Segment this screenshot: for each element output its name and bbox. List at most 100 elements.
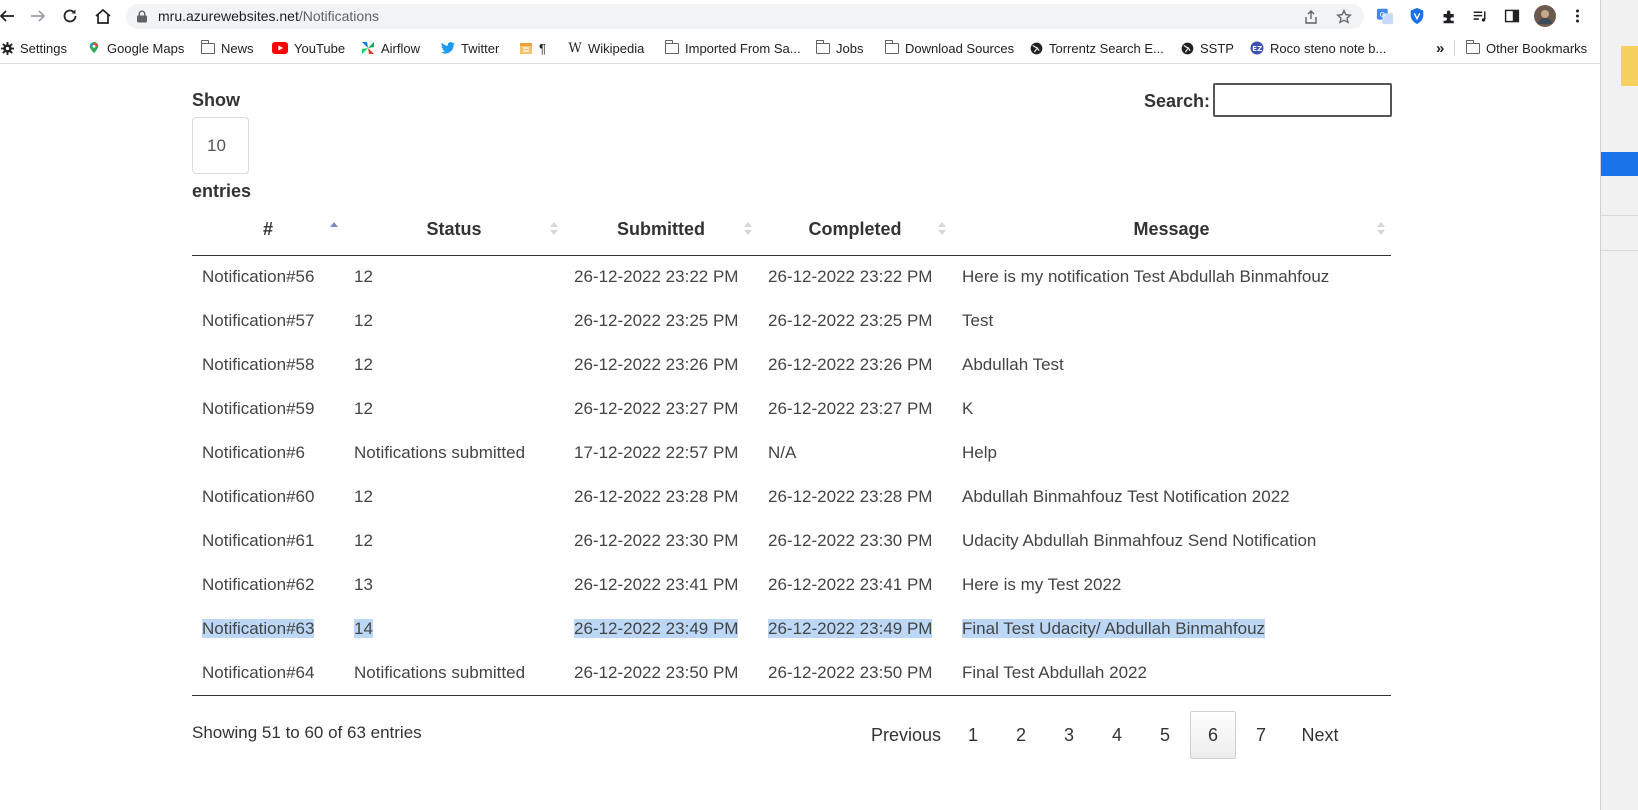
column-header-completed[interactable]: Completed xyxy=(758,205,952,256)
cell-id: Notification#56 xyxy=(192,255,344,299)
cell-text: Test xyxy=(962,311,994,330)
cell-completed: 26-12-2022 23:50 PM xyxy=(758,651,952,696)
bookmark-label: Roco steno note b... xyxy=(1270,40,1387,56)
table-header-row: # Status Submitted Completed Message xyxy=(192,205,1391,256)
cell-text: 12 xyxy=(354,399,373,418)
bookmark-roco-steno[interactable]: EZ Roco steno note b... xyxy=(1250,39,1386,57)
table-row[interactable]: Notification#60 12 26-12-2022 23:28 PM 26-1… xyxy=(192,475,1391,519)
cell-message: Abdullah Test xyxy=(952,343,1391,387)
cell-text: Notifications submitted xyxy=(354,443,526,462)
cell-text: 12 xyxy=(354,267,373,287)
column-header-message[interactable]: Message xyxy=(952,205,1391,256)
entries-label: entries xyxy=(192,181,252,201)
cell-text: 26-12-2022 23:41 PM xyxy=(574,575,739,594)
cell-text: Notification#63 xyxy=(202,619,315,638)
media-queue-icon[interactable] xyxy=(1469,5,1491,27)
cell-text: 14 xyxy=(354,619,373,638)
side-panel-icon[interactable] xyxy=(1501,5,1523,27)
cell-message: Abdullah Binmahfouz Test Notification 20… xyxy=(952,475,1391,519)
reload-icon[interactable] xyxy=(57,3,83,29)
cell-text: 26-12-2022 23:22 PM xyxy=(768,267,933,287)
pagination-page-6[interactable]: 6 xyxy=(1190,711,1236,759)
cell-text: 26-12-2022 23:27 PM xyxy=(768,399,933,418)
airflow-icon xyxy=(361,41,375,55)
cell-text: 26-12-2022 23:26 PM xyxy=(574,355,739,374)
bookmark-airflow[interactable]: Airflow xyxy=(361,39,420,57)
table-row[interactable]: Notification#62 13 26-12-2022 23:41 PM 26-1… xyxy=(192,563,1391,607)
table-row[interactable]: Notification#56 12 26-12-2022 23:22 PM 26-1… xyxy=(192,255,1391,299)
bookmark-jobs[interactable]: Jobs xyxy=(816,39,863,57)
bookmark-paragraph[interactable]: ¶ xyxy=(519,39,546,57)
bookmarks-divider xyxy=(1454,40,1455,56)
forward-arrow-icon[interactable] xyxy=(25,3,51,29)
cell-submitted: 26-12-2022 23:25 PM xyxy=(564,299,758,343)
pagination-page-5[interactable]: 5 xyxy=(1142,711,1188,759)
pagination-page-2[interactable]: 2 xyxy=(998,711,1044,759)
bookmark-label: ¶ xyxy=(539,40,546,56)
back-arrow-icon[interactable] xyxy=(0,3,20,29)
cell-id: Notification#63 xyxy=(192,607,344,651)
cell-text: 26-12-2022 23:50 PM xyxy=(574,662,739,682)
pagination-page-4[interactable]: 4 xyxy=(1094,711,1140,759)
cell-id: Notification#60 xyxy=(192,475,344,519)
url-host: mru.azurewebsites.net xyxy=(158,8,299,24)
cell-text: 26-12-2022 23:28 PM xyxy=(574,487,739,506)
show-label: Show xyxy=(192,90,240,110)
cell-status: 13 xyxy=(344,563,564,607)
pagination: Previous 1234567 Next xyxy=(863,711,1355,759)
column-header-id[interactable]: # xyxy=(192,205,344,256)
home-icon[interactable] xyxy=(90,3,116,29)
cell-id: Notification#59 xyxy=(192,387,344,431)
profile-avatar[interactable] xyxy=(1534,5,1556,27)
table-row[interactable]: Notification#61 12 26-12-2022 23:30 PM 26-1… xyxy=(192,519,1391,563)
bookmark-twitter[interactable]: Twitter xyxy=(441,39,499,57)
table-row[interactable]: Notification#58 12 26-12-2022 23:26 PM 26-1… xyxy=(192,343,1391,387)
bookmark-news[interactable]: News xyxy=(201,39,254,57)
wikipedia-icon: W xyxy=(568,40,582,56)
entries-length-select[interactable]: 10 xyxy=(192,117,249,174)
bookmark-google-maps[interactable]: Google Maps xyxy=(87,39,184,57)
svg-text:EZ: EZ xyxy=(1252,45,1262,53)
cell-id: Notification#58 xyxy=(192,343,344,387)
pagination-previous[interactable]: Previous xyxy=(863,711,949,759)
bookmark-other-bookmarks[interactable]: Other Bookmarks xyxy=(1466,39,1587,57)
cell-status: 12 xyxy=(344,299,564,343)
bookmark-wikipedia[interactable]: W Wikipedia xyxy=(568,39,644,57)
column-header-submitted[interactable]: Submitted xyxy=(564,205,758,256)
bookmark-download-sources[interactable]: Download Sources xyxy=(885,39,1014,57)
cell-message: Final Test Abdullah 2022 xyxy=(952,651,1391,696)
cell-text: 12 xyxy=(354,487,373,506)
bookmark-label: Wikipedia xyxy=(588,40,645,56)
cell-message: Here is my notification Test Abdullah Bi… xyxy=(952,255,1391,299)
bookmark-sstp[interactable]: SSTP xyxy=(1180,39,1234,57)
table-row[interactable]: Notification#59 12 26-12-2022 23:27 PM 26-1… xyxy=(192,387,1391,431)
bookmark-label: Imported From Sa... xyxy=(685,40,801,56)
pagination-next[interactable]: Next xyxy=(1285,711,1355,759)
table-row[interactable]: Notification#63 14 26-12-2022 23:49 PM 26-1… xyxy=(192,607,1391,651)
table-row[interactable]: Notification#57 12 26-12-2022 23:25 PM 26-1… xyxy=(192,299,1391,343)
table-row[interactable]: Notification#64 Notifications submitted 26… xyxy=(192,651,1391,696)
star-icon[interactable] xyxy=(1336,9,1352,25)
pagination-page-7[interactable]: 7 xyxy=(1238,711,1284,759)
bookmark-settings[interactable]: Settings xyxy=(0,39,67,57)
bookmark-youtube[interactable]: YouTube xyxy=(272,39,345,57)
shield-icon[interactable] xyxy=(1406,5,1428,27)
table-row[interactable]: Notification#6 Notifications submitted 17-… xyxy=(192,431,1391,475)
cell-status: Notifications submitted xyxy=(344,651,564,696)
pagination-page-3[interactable]: 3 xyxy=(1046,711,1092,759)
translate-icon[interactable]: G xyxy=(1374,5,1396,27)
gear-icon xyxy=(0,41,14,55)
address-bar[interactable]: mru.azurewebsites.net/Notifications xyxy=(126,4,1364,29)
cell-text: Notification#56 xyxy=(202,267,315,287)
share-icon[interactable] xyxy=(1303,9,1319,25)
cell-submitted: 26-12-2022 23:49 PM xyxy=(564,607,758,651)
pagination-page-1[interactable]: 1 xyxy=(950,711,996,759)
bookmark-imported[interactable]: Imported From Sa... xyxy=(665,39,801,57)
kebab-menu-icon[interactable] xyxy=(1566,5,1588,27)
extensions-puzzle-icon[interactable] xyxy=(1438,5,1460,27)
search-input[interactable] xyxy=(1213,83,1392,117)
cell-submitted: 26-12-2022 23:27 PM xyxy=(564,387,758,431)
bookmark-torrentz[interactable]: Torrentz Search E... xyxy=(1029,39,1164,57)
bookmarks-overflow-chevron[interactable]: » xyxy=(1436,39,1444,57)
column-header-status[interactable]: Status xyxy=(344,205,564,256)
